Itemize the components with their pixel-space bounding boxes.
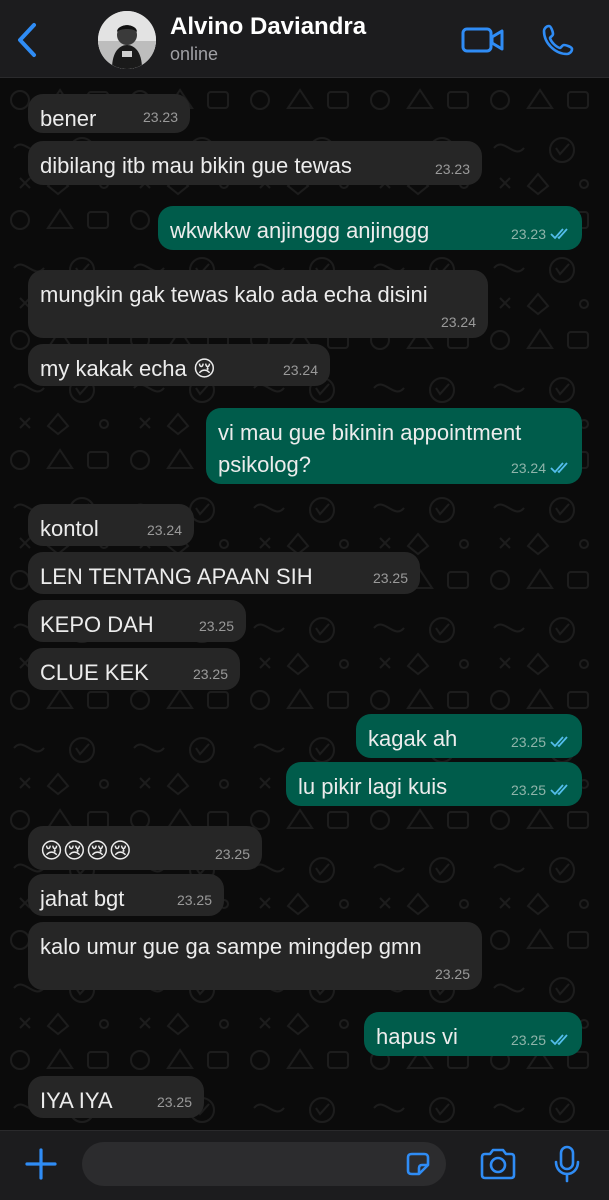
plus-icon (25, 1148, 57, 1180)
read-receipt-icon (550, 736, 568, 748)
message-time: 23.25 (214, 846, 250, 862)
voice-note-button[interactable] (548, 1143, 586, 1185)
message-bubble[interactable]: jahat bgt 23.25 (28, 874, 224, 916)
message-time: 23.23 (510, 226, 546, 242)
message-time: 23.24 (146, 522, 182, 538)
message-time: 23.25 (198, 618, 234, 634)
phone-icon (542, 24, 574, 56)
back-button[interactable] (10, 20, 44, 60)
message-time: 23.25 (510, 782, 546, 798)
message-bubble[interactable]: kontol 23.24 (28, 504, 194, 546)
message-bubble[interactable]: wkwkkw anjinggg anjinggg 23.23 (158, 206, 582, 250)
chevron-left-icon (18, 23, 36, 57)
message-text: dibilang itb mau bikin gue tewas (40, 153, 352, 178)
message-bubble[interactable]: CLUE KEK 23.25 (28, 648, 240, 690)
composer-bar (0, 1130, 609, 1200)
sticker-button[interactable] (402, 1148, 434, 1180)
message-time: 23.25 (434, 966, 470, 982)
message-text: kalo umur gue ga sampe mingdep gmn (40, 934, 422, 959)
message-time: 23.24 (440, 314, 476, 330)
avatar-photo (98, 11, 156, 69)
message-list[interactable]: bener 23.23 dibilang itb mau bikin gue t… (0, 78, 609, 1130)
microphone-icon (554, 1145, 580, 1183)
attach-button[interactable] (22, 1145, 60, 1183)
message-time: 23.23 (434, 161, 470, 177)
message-time: 23.24 (282, 362, 318, 378)
message-time: 23.24 (510, 460, 546, 476)
chat-header: Alvino Daviandra online (0, 0, 609, 78)
message-input[interactable] (82, 1142, 446, 1186)
message-time: 23.25 (510, 1032, 546, 1048)
message-time: 23.25 (156, 1094, 192, 1110)
message-time: 23.23 (142, 109, 178, 125)
camera-button[interactable] (476, 1145, 520, 1183)
message-time: 23.25 (372, 570, 408, 586)
message-bubble[interactable]: bener 23.23 (28, 94, 190, 133)
message-bubble[interactable]: my kakak echa 😢 23.24 (28, 344, 330, 386)
message-bubble[interactable]: kagak ah 23.25 (356, 714, 582, 758)
message-bubble[interactable]: LEN TENTANG APAAN SIH 23.25 (28, 552, 420, 594)
message-bubble[interactable]: dibilang itb mau bikin gue tewas 23.23 (28, 141, 482, 185)
message-text: LEN TENTANG APAAN SIH (40, 564, 313, 589)
message-text: mungkin gak tewas kalo ada echa disini (40, 282, 428, 307)
message-bubble[interactable]: hapus vi 23.25 (364, 1012, 582, 1056)
read-receipt-icon (550, 228, 568, 240)
contact-name[interactable]: Alvino Daviandra (170, 13, 366, 41)
message-bubble[interactable]: kalo umur gue ga sampe mingdep gmn 23.25 (28, 922, 482, 990)
message-bubble[interactable]: KEPO DAH 23.25 (28, 600, 246, 642)
read-receipt-icon (550, 462, 568, 474)
message-time: 23.25 (510, 734, 546, 750)
message-bubble[interactable]: lu pikir lagi kuis 23.25 (286, 762, 582, 806)
contact-status: online (170, 44, 219, 64)
camera-icon (480, 1148, 516, 1180)
video-call-icon (461, 27, 504, 53)
video-call-button[interactable] (460, 20, 506, 60)
sticker-icon (406, 1152, 430, 1176)
message-text: my kakak echa 😢 (40, 356, 216, 381)
read-receipt-icon (550, 784, 568, 796)
message-time: 23.25 (192, 666, 228, 682)
read-receipt-icon (550, 1034, 568, 1046)
message-bubble[interactable]: 😢😢😢😢 23.25 (28, 826, 262, 870)
message-time: 23.25 (176, 892, 212, 908)
message-bubble[interactable]: mungkin gak tewas kalo ada echa disini 2… (28, 270, 488, 338)
message-bubble[interactable]: vi mau gue bikinin appointment psikolog?… (206, 408, 582, 484)
voice-call-button[interactable] (538, 20, 578, 60)
message-bubble[interactable]: IYA IYA 23.25 (28, 1076, 204, 1118)
avatar[interactable] (98, 11, 156, 69)
